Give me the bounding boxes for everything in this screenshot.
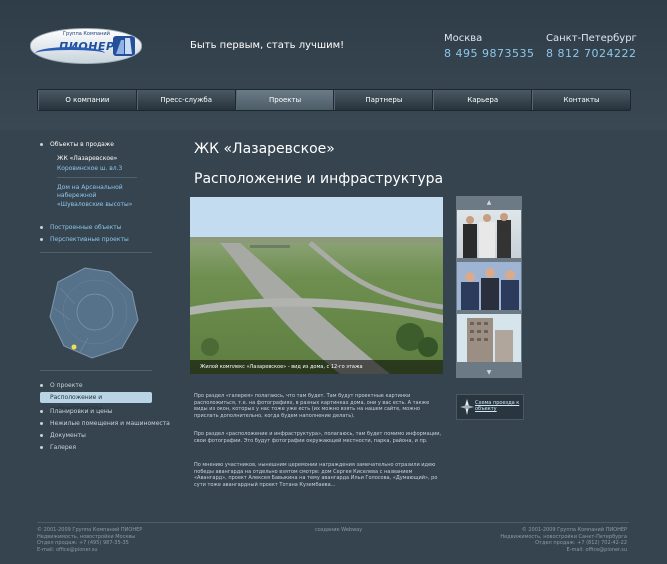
page-subtitle: Расположение и инфраструктура [194,171,444,187]
paragraph-gallery: Про раздел «галерея» полагаюсь, что там … [194,393,430,419]
moscow-map[interactable] [40,262,152,362]
bullet-icon [40,143,43,146]
main-photo[interactable] [190,197,443,374]
footer-left-copyright: © 2001-2009 Группа Компаний ПИОНЕР [37,527,143,533]
sidebar-item-korovinskoe[interactable]: Коровинское ш. вл.3 [57,165,122,173]
scheme-link-button[interactable]: Схема проезда к объекту [456,394,524,420]
sidebar-item-arsenalnaya[interactable]: Дом на Арсенальной набережной [57,184,137,200]
city-spb: Санкт-Петербург [546,33,637,44]
page-title: ЖК «Лазаревское» [194,141,335,157]
sidebar-item-shuvalovskie[interactable]: «Шуваловские высоты» [57,201,132,209]
scroll-up-icon[interactable]: ▲ [456,196,522,208]
bullet-icon [40,434,43,437]
logo-swoosh-icon [35,47,105,60]
paragraph-location: Про раздел «расположение и инфраструктур… [194,431,442,444]
main-navigation: О компании Пресс-служба Проекты Партнеры… [37,89,631,111]
sidebar-divider [40,370,152,371]
footer-left: © 2001-2009 Группа Компаний ПИОНЕР Недви… [37,527,142,553]
nav-contacts[interactable]: Контакты [532,90,630,110]
project-menu-plans[interactable]: Планировки и цены [50,408,113,416]
sidebar-divider [40,252,152,253]
sidebar-divider [57,177,137,178]
object-location-marker [71,344,77,350]
compass-icon [460,399,474,415]
logo-subtitle: Группа Компаний [63,31,110,37]
paragraph-awards: По мнению участников, нынешним церемонии… [194,462,438,488]
footer-right: © 2001-2009 Группа Компаний ПИОНЕР Недви… [500,527,627,553]
bullet-icon [40,384,43,387]
footer-left-phone[interactable]: Отдел продаж: +7 (495) 987-35-35 [37,540,142,547]
bullet-icon [40,238,43,241]
sidebar-link-prospective[interactable]: Перспективные проекты [50,236,129,244]
nav-partners[interactable]: Партнеры [334,90,434,110]
sidebar-section-title[interactable]: Объекты в продаже [50,141,114,149]
nav-projects[interactable]: Проекты [235,90,335,110]
scheme-link-label: Схема проезда к объекту [475,400,520,412]
nav-career[interactable]: Карьера [433,90,533,110]
logo-building-icon [113,36,135,56]
sidebar-link-built[interactable]: Построенные объекты [50,224,122,232]
nav-press[interactable]: Пресс-служба [136,90,236,110]
footer-divider [37,522,629,523]
gallery-thumbnail[interactable] [457,262,521,310]
footer-left-email[interactable]: E-mail: office@pioner.su [37,547,142,554]
project-menu-location[interactable]: Расположение и инфраструктура [40,392,152,412]
city-moscow: Москва [444,33,483,44]
thumbnail-gallery: ▲ ▼ [456,196,522,378]
gallery-thumbnail[interactable] [457,210,521,258]
project-menu-about[interactable]: О проекте [50,382,83,390]
project-menu-gallery[interactable]: Галерея [50,444,76,452]
bullet-icon [40,410,43,413]
bullet-icon [40,446,43,449]
company-logo[interactable]: Группа Компаний ПИОНЕР [30,28,142,64]
footer-right-email[interactable]: E-mail: office@pioner.su [500,547,628,554]
photo-caption: Жилой комплекс «Лазаревское» - вид из до… [190,360,443,374]
bullet-icon [40,226,43,229]
slogan: Быть первым, стать лучшим! [190,40,345,51]
phone-moscow[interactable]: 8 495 9873535 [444,47,534,60]
phone-spb[interactable]: 8 812 7024222 [546,47,636,60]
footer-credit[interactable]: создание Webway [315,527,362,534]
project-menu-documents[interactable]: Документы [50,432,86,440]
nav-about[interactable]: О компании [38,90,137,110]
gallery-thumbnail[interactable] [457,314,521,362]
bullet-icon [40,422,43,425]
sidebar-item-lazarevskoe[interactable]: ЖК «Лазаревское» [57,155,117,163]
project-menu-commercial[interactable]: Нежилые помещения и машиноместа [50,420,170,428]
scroll-down-icon[interactable]: ▼ [456,366,522,378]
